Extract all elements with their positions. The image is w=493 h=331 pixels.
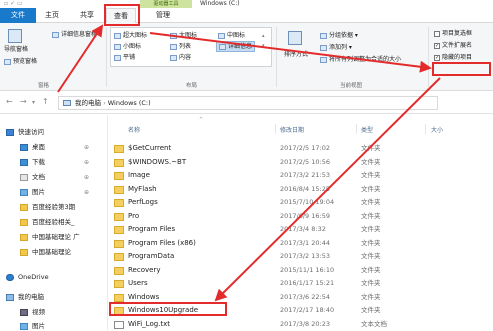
annotation-arrows bbox=[57, 24, 441, 302]
arrow-to-upgrade-folder bbox=[214, 77, 441, 302]
arrow-to-view-tab bbox=[57, 24, 104, 93]
arrow-to-hidden-items bbox=[149, 32, 432, 73]
